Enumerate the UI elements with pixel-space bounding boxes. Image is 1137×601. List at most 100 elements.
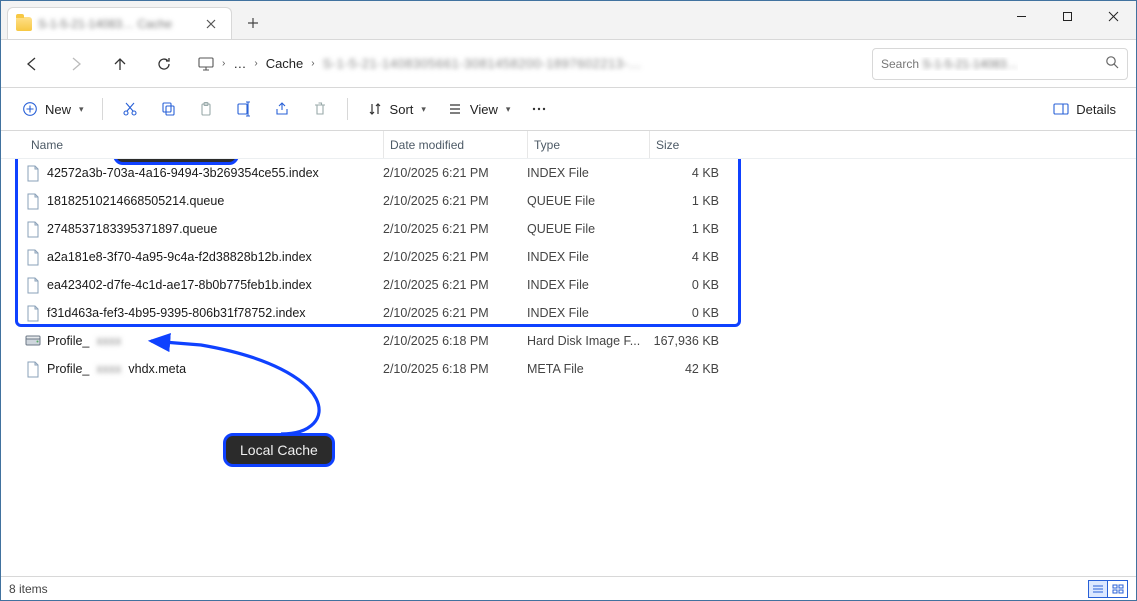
document-icon — [25, 248, 41, 266]
file-type-label: META File — [527, 362, 649, 376]
document-icon — [25, 192, 41, 210]
column-label: Size — [656, 138, 679, 152]
breadcrumb-current[interactable]: Cache — [266, 56, 304, 71]
more-icon — [530, 100, 548, 118]
file-name-label: 42572a3b-703a-4a16-9494-3b269354ce55.ind… — [47, 166, 319, 180]
file-size-label: 4 KB — [649, 166, 719, 180]
new-icon — [21, 100, 39, 118]
file-list[interactable]: 42572a3b-703a-4a16-9494-3b269354ce55.ind… — [1, 159, 1136, 576]
document-icon — [25, 360, 41, 378]
tab-close-button[interactable] — [199, 12, 223, 36]
status-item-count: 8 items — [9, 582, 48, 596]
more-button[interactable] — [522, 94, 556, 124]
file-name-label: Profile_ — [47, 362, 89, 376]
breadcrumb-overflow[interactable]: … — [233, 56, 246, 71]
forward-button[interactable] — [67, 55, 85, 73]
search-prefix-label: Search — [881, 57, 922, 71]
window-close-button[interactable] — [1090, 1, 1136, 31]
tab-title: S-1-5-21-14083… Cache — [38, 17, 193, 31]
file-name-suffix: vhdx.meta — [128, 362, 186, 376]
file-row[interactable]: Profile_ xxxx vhdx.meta 2/10/2025 6:18 PMME… — [1, 355, 1136, 383]
file-date-label: 2/10/2025 6:18 PM — [383, 362, 527, 376]
file-type-label: INDEX File — [527, 278, 649, 292]
search-input[interactable]: Search S-1-5-21-14083… — [872, 48, 1128, 80]
copy-button[interactable] — [151, 94, 185, 124]
sort-button[interactable]: Sort ▾ — [358, 94, 434, 124]
window-maximize-button[interactable] — [1044, 1, 1090, 31]
breadcrumb-obscured[interactable]: S-1-5-21-1408305661-3081458200-189760221… — [323, 56, 642, 71]
file-type-label: QUEUE File — [527, 222, 649, 236]
tab-current[interactable]: S-1-5-21-14083… Cache — [7, 7, 232, 39]
file-type-label: INDEX File — [527, 250, 649, 264]
file-row[interactable]: Profile_xxxx2/10/2025 6:18 PMHard Disk I… — [1, 327, 1136, 355]
view-thumbnails-button[interactable] — [1108, 580, 1128, 598]
back-button[interactable] — [23, 55, 41, 73]
paste-button[interactable] — [189, 94, 223, 124]
file-size-label: 4 KB — [649, 250, 719, 264]
paste-icon — [197, 100, 215, 118]
sort-label: Sort — [390, 102, 414, 117]
cut-icon — [121, 100, 139, 118]
file-row[interactable]: a2a181e8-3f70-4a95-9c4a-f2d38828b12b.ind… — [1, 243, 1136, 271]
details-icon — [1052, 100, 1070, 118]
file-date-label: 2/10/2025 6:21 PM — [383, 194, 527, 208]
share-icon — [273, 100, 291, 118]
column-label: Name — [31, 138, 63, 152]
breadcrumb[interactable]: › … › Cache › S-1-5-21-1408305661-308145… — [191, 48, 864, 80]
refresh-button[interactable] — [155, 55, 173, 73]
file-date-label: 2/10/2025 6:21 PM — [383, 250, 527, 264]
column-header-size[interactable]: Size — [649, 131, 727, 158]
file-name-label: Profile_ — [47, 334, 89, 348]
rename-icon — [235, 100, 253, 118]
chevron-down-icon: ▾ — [421, 104, 426, 115]
status-bar: 8 items — [1, 576, 1136, 600]
window-minimize-button[interactable] — [998, 1, 1044, 31]
search-icon — [1105, 55, 1119, 72]
file-row[interactable]: ea423402-d7fe-4c1d-ae17-8b0b775feb1b.ind… — [1, 271, 1136, 299]
rename-button[interactable] — [227, 94, 261, 124]
column-label: Type — [534, 138, 560, 152]
file-row[interactable]: f31d463a-fef3-4b95-9395-806b31f78752.ind… — [1, 299, 1136, 327]
cut-button[interactable] — [113, 94, 147, 124]
file-size-label: 0 KB — [649, 306, 719, 320]
column-header-row: Name Date modified Type Size — [1, 131, 1136, 159]
copy-icon — [159, 100, 177, 118]
details-pane-button[interactable]: Details — [1044, 94, 1124, 124]
file-row[interactable]: 42572a3b-703a-4a16-9494-3b269354ce55.ind… — [1, 159, 1136, 187]
file-name-obscured: xxxx — [96, 362, 121, 376]
file-size-label: 42 KB — [649, 362, 719, 376]
toolbar: New ▾ Sort ▾ View ▾ Details — [1, 87, 1136, 131]
new-button[interactable]: New ▾ — [13, 94, 92, 124]
file-date-label: 2/10/2025 6:21 PM — [383, 166, 527, 180]
file-row[interactable]: 18182510214668505214.queue2/10/2025 6:21… — [1, 187, 1136, 215]
view-label: View — [470, 102, 498, 117]
document-icon — [25, 276, 41, 294]
file-row[interactable]: 2748537183395371897.queue2/10/2025 6:21 … — [1, 215, 1136, 243]
column-header-name[interactable]: Name — [31, 131, 383, 158]
delete-button[interactable] — [303, 94, 337, 124]
annotation-label-local-cache: Local Cache — [223, 433, 335, 467]
file-size-label: 1 KB — [649, 194, 719, 208]
column-header-type[interactable]: Type — [527, 131, 649, 158]
file-name-label: a2a181e8-3f70-4a95-9c4a-f2d38828b12b.ind… — [47, 250, 312, 264]
file-date-label: 2/10/2025 6:18 PM — [383, 334, 527, 348]
view-details-button[interactable] — [1088, 580, 1108, 598]
trash-icon — [311, 100, 329, 118]
share-button[interactable] — [265, 94, 299, 124]
file-date-label: 2/10/2025 6:21 PM — [383, 278, 527, 292]
column-label: Date modified — [390, 138, 464, 152]
column-header-date[interactable]: Date modified — [383, 131, 527, 158]
folder-icon — [16, 17, 32, 31]
chevron-right-icon: › — [254, 58, 257, 69]
search-obscured: S-1-5-21-14083… — [922, 57, 1018, 71]
file-date-label: 2/10/2025 6:21 PM — [383, 306, 527, 320]
file-size-label: 0 KB — [649, 278, 719, 292]
address-bar: › … › Cache › S-1-5-21-1408305661-308145… — [1, 39, 1136, 87]
new-tab-button[interactable] — [236, 8, 270, 38]
file-name-label: ea423402-d7fe-4c1d-ae17-8b0b775feb1b.ind… — [47, 278, 312, 292]
up-button[interactable] — [111, 55, 129, 73]
view-button[interactable]: View ▾ — [438, 94, 518, 124]
file-type-label: INDEX File — [527, 166, 649, 180]
chevron-right-icon: › — [222, 58, 225, 69]
file-date-label: 2/10/2025 6:21 PM — [383, 222, 527, 236]
